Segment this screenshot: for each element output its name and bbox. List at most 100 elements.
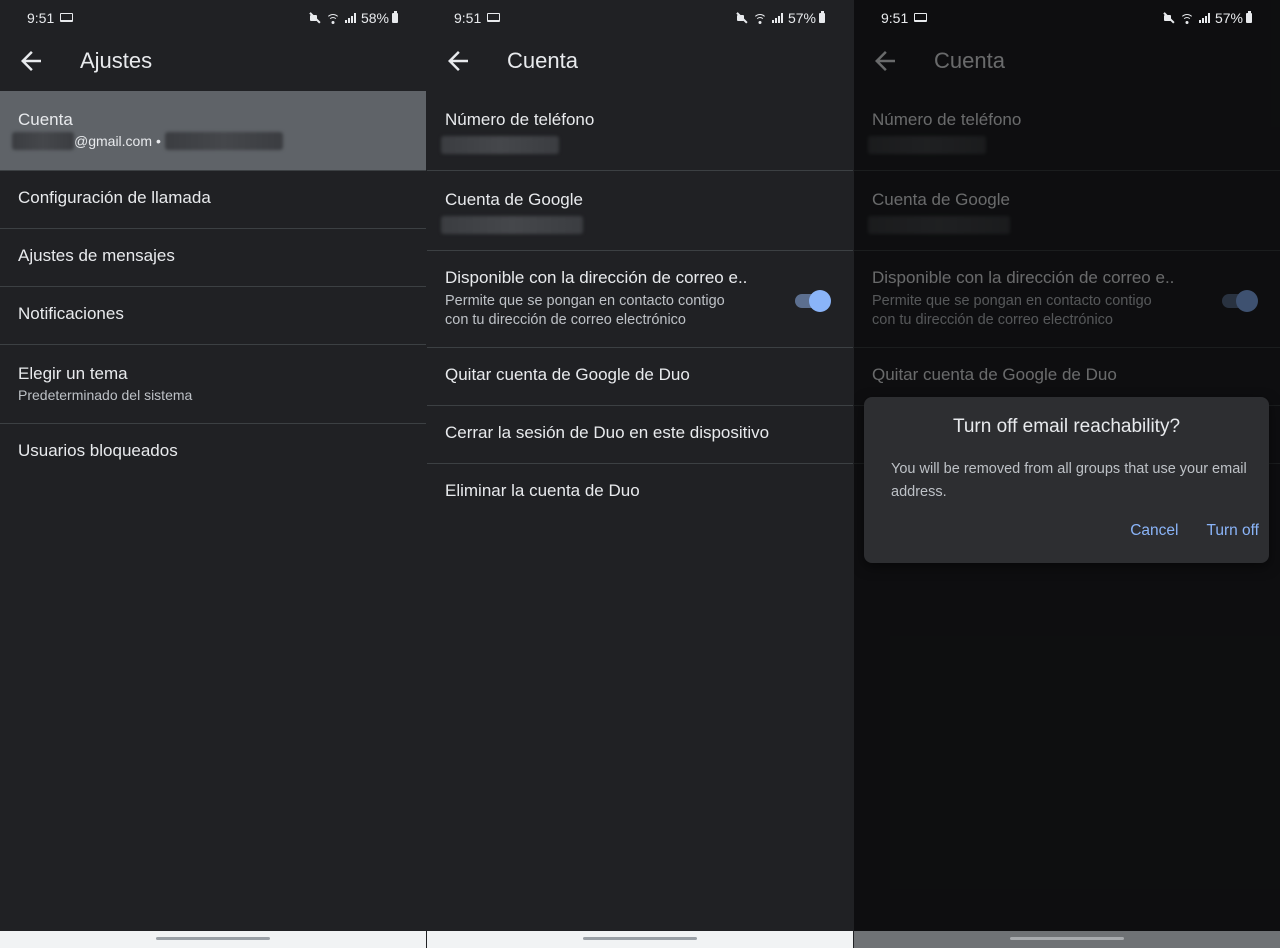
google-account-title: Cuenta de Google <box>872 190 1010 209</box>
subtitle-line: con tu dirección de correo electrónico <box>872 312 1113 328</box>
settings-item-account[interactable]: Cuenta @gmail.com • <box>0 91 426 171</box>
signal-icon <box>771 13 783 23</box>
redacted-text <box>12 132 74 150</box>
home-gesture-handle[interactable] <box>1010 937 1124 940</box>
account-list: Número de teléfono Cuenta de Google Disp… <box>427 91 853 522</box>
email-reachable-subtitle: Permite que se pongan en contacto contig… <box>872 292 1192 330</box>
settings-list: Cuenta @gmail.com • Configuración de lla… <box>0 91 426 482</box>
status-time: 9:51 <box>881 10 909 26</box>
remove-account-label: Quitar cuenta de Google de Duo <box>872 365 1117 384</box>
turn-off-button[interactable]: Turn off <box>1206 522 1259 540</box>
settings-item-label: Elegir un tema <box>18 364 128 383</box>
account-item-google-account[interactable]: Cuenta de Google <box>427 171 853 251</box>
status-time: 9:51 <box>454 10 482 26</box>
account-item-remove-account[interactable]: Quitar cuenta de Google de Duo <box>427 348 853 406</box>
settings-item-notifications[interactable]: Notificaciones <box>0 287 426 345</box>
navigation-bar <box>0 931 426 948</box>
email-reachable-toggle[interactable] <box>795 289 831 313</box>
mute-icon <box>1163 12 1175 24</box>
back-button[interactable] <box>443 46 473 76</box>
home-gesture-handle[interactable] <box>156 937 270 940</box>
battery-percent: 57% <box>787 10 816 26</box>
account-screen-with-dialog: 9:51 57% Cuenta Número de teléfono Cuent… <box>854 0 1280 948</box>
status-bar: 9:51 57% <box>427 0 853 36</box>
turn-off-email-reachability-dialog: Turn off email reachability? You will be… <box>864 397 1269 563</box>
toggle-thumb <box>1236 290 1258 312</box>
status-time: 9:51 <box>27 10 55 26</box>
remove-account-label: Quitar cuenta de Google de Duo <box>445 365 690 384</box>
battery-percent: 58% <box>360 10 389 26</box>
settings-item-label: Configuración de llamada <box>18 188 211 207</box>
dialog-title: Turn off email reachability? <box>952 416 1181 437</box>
account-item-sign-out[interactable]: Cerrar la sesión de Duo en este disposit… <box>427 406 853 464</box>
mute-icon <box>309 12 321 24</box>
status-bar: 9:51 58% <box>0 0 426 36</box>
settings-item-theme[interactable]: Elegir un tema Predeterminado del sistem… <box>0 345 426 424</box>
signal-icon <box>1198 13 1210 23</box>
back-button[interactable] <box>16 46 46 76</box>
email-reachable-toggle[interactable] <box>1222 289 1258 313</box>
account-item-delete-account[interactable]: Eliminar la cuenta de Duo <box>427 464 853 522</box>
account-summary: @gmail.com • <box>12 132 426 150</box>
redacted-text <box>164 132 283 150</box>
laptop-icon <box>60 13 73 22</box>
app-bar: Cuenta <box>854 36 1280 86</box>
battery-icon <box>392 11 398 23</box>
redacted-text <box>441 216 583 234</box>
cancel-button[interactable]: Cancel <box>1130 522 1178 540</box>
account-item-email-reachability[interactable]: Disponible con la dirección de correo e.… <box>854 251 1280 348</box>
page-title: Cuenta <box>507 48 578 73</box>
phone-title: Número de teléfono <box>445 110 595 129</box>
battery-icon <box>819 11 825 23</box>
email-reachable-title: Disponible con la dirección de correo e.… <box>872 268 1175 287</box>
mute-icon <box>736 12 748 24</box>
settings-item-label: Notificaciones <box>18 304 124 323</box>
wifi-icon <box>1179 13 1194 24</box>
navigation-bar <box>854 931 1280 948</box>
redacted-text <box>441 136 559 154</box>
toggle-thumb <box>809 290 831 312</box>
account-item-phone[interactable]: Número de teléfono <box>854 91 1280 171</box>
settings-item-call-settings[interactable]: Configuración de llamada <box>0 171 426 229</box>
subtitle-line: Permite que se pongan en contacto contig… <box>445 293 725 309</box>
redacted-text <box>868 136 986 154</box>
subtitle-line: Permite que se pongan en contacto contig… <box>872 293 1152 309</box>
account-screen: 9:51 57% Cuenta Número de teléfono Cuent… <box>427 0 853 948</box>
dialog-actions: Cancel Turn off <box>1130 522 1259 540</box>
battery-percent: 57% <box>1214 10 1243 26</box>
account-email-suffix: @gmail.com <box>74 133 153 149</box>
settings-screen: 9:51 58% Ajustes Cuenta @gmail.com • Con… <box>0 0 426 948</box>
page-title: Cuenta <box>934 48 1005 73</box>
home-gesture-handle[interactable] <box>583 937 697 940</box>
account-item-google-account[interactable]: Cuenta de Google <box>854 171 1280 251</box>
delete-account-label: Eliminar la cuenta de Duo <box>445 481 640 500</box>
back-button[interactable] <box>870 46 900 76</box>
arrow-back-icon <box>875 51 895 71</box>
settings-item-blocked-users[interactable]: Usuarios bloqueados <box>0 424 426 482</box>
account-item-phone[interactable]: Número de teléfono <box>427 91 853 171</box>
wifi-icon <box>325 13 340 24</box>
account-title: Cuenta <box>18 110 73 129</box>
arrow-back-icon <box>448 51 468 71</box>
account-item-email-reachability[interactable]: Disponible con la dirección de correo e.… <box>427 251 853 348</box>
page-title: Ajustes <box>80 48 153 73</box>
phone-title: Número de teléfono <box>872 110 1022 129</box>
settings-item-message-settings[interactable]: Ajustes de mensajes <box>0 229 426 287</box>
app-bar: Cuenta <box>427 36 853 86</box>
sign-out-label: Cerrar la sesión de Duo en este disposit… <box>445 423 770 442</box>
dialog-message: You will be removed from all groups that… <box>891 461 1247 500</box>
signal-icon <box>344 13 356 23</box>
google-account-title: Cuenta de Google <box>445 190 583 209</box>
wifi-icon <box>752 13 767 24</box>
email-reachable-subtitle: Permite que se pongan en contacto contig… <box>445 292 765 330</box>
redacted-text <box>868 216 1010 234</box>
app-bar: Ajustes <box>0 36 426 86</box>
settings-item-label: Ajustes de mensajes <box>18 246 175 265</box>
battery-icon <box>1246 11 1252 23</box>
laptop-icon <box>487 13 500 22</box>
status-bar: 9:51 57% <box>854 0 1280 36</box>
settings-item-subtitle: Predeterminado del sistema <box>18 387 193 403</box>
subtitle-line: con tu dirección de correo electrónico <box>445 312 686 328</box>
navigation-bar <box>427 931 853 948</box>
separator-dot: • <box>156 133 161 149</box>
